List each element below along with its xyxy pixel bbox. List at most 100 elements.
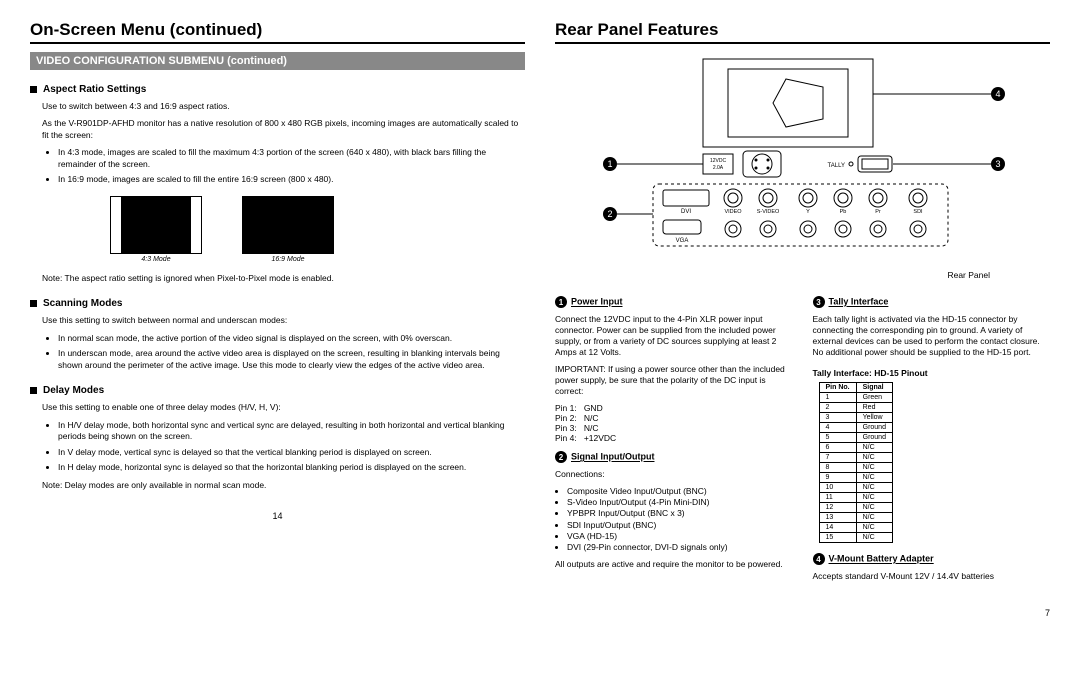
tally-signal: Ground xyxy=(856,433,892,443)
aspect-43-box: 4:3 Mode xyxy=(110,196,202,263)
callout-4-icon: 4 xyxy=(813,553,825,565)
delay-b1: In H/V delay mode, both horizontal sync … xyxy=(58,420,525,443)
tally-row: 2Red xyxy=(819,403,892,413)
aspect-b2: In 16:9 mode, images are scaled to fill … xyxy=(58,174,525,185)
tally-th2: Signal xyxy=(856,383,892,393)
f2-heading: 2Signal Input/Output xyxy=(555,451,793,463)
tally-th1: Pin No. xyxy=(819,383,856,393)
tally-signal: N/C xyxy=(856,533,892,543)
callout-3-icon: 3 xyxy=(813,296,825,308)
aspect-p2: As the V-R901DP-AFHD monitor has a nativ… xyxy=(42,118,525,141)
delay-note: Note: Delay modes are only available in … xyxy=(42,480,525,491)
tally-pin: 8 xyxy=(819,463,856,473)
svg-text:2.0A: 2.0A xyxy=(712,165,723,171)
tally-row: 3Yellow xyxy=(819,413,892,423)
f4-p1: Accepts standard V-Mount 12V / 14.4V bat… xyxy=(813,571,1051,582)
scan-b2: In underscan mode, area around the activ… xyxy=(58,348,525,371)
tally-row: 7N/C xyxy=(819,453,892,463)
rear-panel-svg: 4 12VDC 2.0A TALLY 1 3 xyxy=(593,54,1013,264)
tally-signal: N/C xyxy=(856,443,892,453)
scan-p1: Use this setting to switch between norma… xyxy=(42,315,525,326)
svg-text:Pb: Pb xyxy=(839,209,846,215)
f2-c5: VGA (HD-15) xyxy=(567,531,793,542)
aspect-169-box: 16:9 Mode xyxy=(242,196,334,263)
svg-text:VIDEO: VIDEO xyxy=(724,209,742,215)
callout-1-icon: 1 xyxy=(555,296,567,308)
f1-pins: Pin 1: GND Pin 2: N/C Pin 3: N/C Pin 4: … xyxy=(555,403,793,443)
tally-signal: N/C xyxy=(856,463,892,473)
tally-row: 8N/C xyxy=(819,463,892,473)
tally-row: 1Green xyxy=(819,393,892,403)
f2-c6: DVI (29-Pin connector, DVI-D signals onl… xyxy=(567,542,793,553)
f4-heading-text: V-Mount Battery Adapter xyxy=(829,554,934,564)
f2-connections: Composite Video Input/Output (BNC) S-Vid… xyxy=(567,486,793,552)
tally-pin: 15 xyxy=(819,533,856,543)
delay-bullets: In H/V delay mode, both horizontal sync … xyxy=(58,420,525,474)
f2-p1: Connections: xyxy=(555,469,793,480)
tally-pin: 4 xyxy=(819,423,856,433)
tally-pin: 1 xyxy=(819,393,856,403)
delay-heading-text: Delay Modes xyxy=(43,385,104,396)
tally-signal: N/C xyxy=(856,523,892,533)
col-right: 3 Tally Interface Each tally light is act… xyxy=(813,290,1051,588)
f3-heading: 3 Tally Interface xyxy=(813,296,1051,308)
right-page-title: Rear Panel Features xyxy=(555,20,1050,44)
tally-pin: 5 xyxy=(819,433,856,443)
f2-p2: All outputs are active and require the m… xyxy=(555,559,793,570)
tally-pin: 2 xyxy=(819,403,856,413)
scan-b1: In normal scan mode, the active portion … xyxy=(58,333,525,344)
tally-signal: N/C xyxy=(856,493,892,503)
tally-pin: 10 xyxy=(819,483,856,493)
tally-pin: 11 xyxy=(819,493,856,503)
right-page: Rear Panel Features 4 12VDC 2.0A xyxy=(555,20,1050,618)
f2-c1: Composite Video Input/Output (BNC) xyxy=(567,486,793,497)
left-pagenum: 14 xyxy=(30,511,525,521)
aspect-demo: 4:3 Mode 16:9 Mode xyxy=(110,196,525,263)
feature-columns: 1Power Input Connect the 12VDC input to … xyxy=(555,290,1050,588)
svg-text:TALLY: TALLY xyxy=(827,163,844,169)
f3-heading-text: Tally Interface xyxy=(829,297,889,307)
tally-row: 11N/C xyxy=(819,493,892,503)
tally-row: 14N/C xyxy=(819,523,892,533)
f1-heading: 1 Power Input xyxy=(555,296,793,308)
tally-signal: N/C xyxy=(856,453,892,463)
svg-text:2: 2 xyxy=(607,209,612,219)
aspect-b1: In 4:3 mode, images are scaled to fill t… xyxy=(58,147,525,170)
aspect-169-inner xyxy=(243,197,333,253)
f3-p1: Each tally light is activated via the HD… xyxy=(813,314,1051,358)
tally-row: 6N/C xyxy=(819,443,892,453)
tally-pin: 14 xyxy=(819,523,856,533)
tally-row: 13N/C xyxy=(819,513,892,523)
aspect-169-caption: 16:9 Mode xyxy=(242,256,334,263)
delay-b3: In H delay mode, horizontal sync is dela… xyxy=(58,462,525,473)
f4-heading: 4 V-Mount Battery Adapter xyxy=(813,553,1051,565)
tally-table-title: Tally Interface: HD-15 Pinout xyxy=(813,368,1051,378)
tally-row: 15N/C xyxy=(819,533,892,543)
svg-text:DVI: DVI xyxy=(680,209,690,215)
f2-c3: YPBPR Input/Output (BNC x 3) xyxy=(567,508,793,519)
col-left: 1Power Input Connect the 12VDC input to … xyxy=(555,290,793,588)
scan-bullets: In normal scan mode, the active portion … xyxy=(58,333,525,371)
tally-signal: Green xyxy=(856,393,892,403)
left-page-title: On-Screen Menu (continued) xyxy=(30,20,525,44)
callout-2-icon: 2 xyxy=(555,451,567,463)
tally-signal: Yellow xyxy=(856,413,892,423)
svg-text:4: 4 xyxy=(995,89,1000,99)
right-pagenum: 7 xyxy=(555,608,1050,618)
aspect-43-frame xyxy=(110,196,202,254)
aspect-p1: Use to switch between 4:3 and 16:9 aspec… xyxy=(42,101,525,112)
svg-text:Y: Y xyxy=(806,209,810,215)
square-bullet-icon xyxy=(30,300,37,307)
aspect-43-inner xyxy=(121,197,191,253)
aspect-bullets: In 4:3 mode, images are scaled to fill t… xyxy=(58,147,525,185)
tally-row: 4Ground xyxy=(819,423,892,433)
f1-p2: IMPORTANT: If using a power source other… xyxy=(555,364,793,397)
aspect-43-caption: 4:3 Mode xyxy=(110,256,202,263)
aspect-note: Note: The aspect ratio setting is ignore… xyxy=(42,273,525,284)
rear-caption: Rear Panel xyxy=(555,270,990,280)
delay-heading: Delay Modes xyxy=(30,385,525,396)
delay-b2: In V delay mode, vertical sync is delaye… xyxy=(58,447,525,458)
f1-heading-text: Power Input xyxy=(571,297,623,307)
aspect-heading: Aspect Ratio Settings xyxy=(30,84,525,95)
page-spread: On-Screen Menu (continued) VIDEO CONFIGU… xyxy=(30,20,1050,618)
